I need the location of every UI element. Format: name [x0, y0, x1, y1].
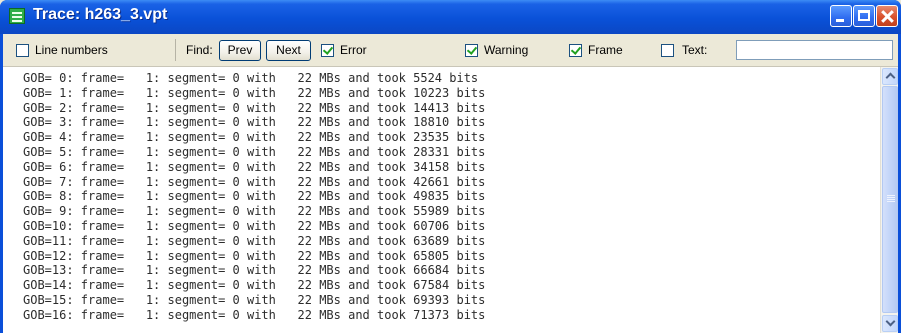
trace-line: GOB= 2: frame= 1: segment= 0 with 22 MBs…: [23, 100, 486, 115]
maximize-button[interactable]: [853, 5, 875, 27]
text-label[interactable]: Text:: [682, 41, 707, 59]
close-button[interactable]: [876, 5, 898, 27]
trace-window: Trace: h263_3.vpt Line numbers Find: Pre…: [0, 0, 901, 333]
trace-line: GOB=13: frame= 1: segment= 0 with 22 MBs…: [23, 263, 486, 278]
trace-line: GOB=11: frame= 1: segment= 0 with 22 MBs…: [23, 233, 486, 248]
trace-line: GOB= 8: frame= 1: segment= 0 with 22 MBs…: [23, 189, 486, 204]
window-title: Trace: h263_3.vpt: [33, 6, 168, 23]
trace-line: GOB= 5: frame= 1: segment= 0 with 22 MBs…: [23, 144, 486, 159]
error-checkbox[interactable]: [321, 44, 334, 57]
vertical-scrollbar[interactable]: [880, 67, 898, 333]
frame-label[interactable]: Frame: [588, 41, 623, 59]
text-filter-input[interactable]: [736, 40, 893, 60]
trace-line: GOB=14: frame= 1: segment= 0 with 22 MBs…: [23, 278, 486, 293]
scroll-down-icon[interactable]: [882, 315, 898, 332]
scroll-up-icon[interactable]: [882, 68, 898, 85]
minimize-button[interactable]: [830, 5, 852, 27]
next-button[interactable]: Next: [266, 40, 311, 61]
trace-line: GOB= 3: frame= 1: segment= 0 with 22 MBs…: [23, 115, 486, 130]
trace-line: GOB= 6: frame= 1: segment= 0 with 22 MBs…: [23, 159, 486, 174]
warning-label[interactable]: Warning: [484, 41, 528, 59]
toolbar-separator: [175, 39, 176, 61]
trace-line: GOB=12: frame= 1: segment= 0 with 22 MBs…: [23, 248, 486, 263]
trace-line: GOB=15: frame= 1: segment= 0 with 22 MBs…: [23, 292, 486, 307]
trace-app-icon[interactable]: [9, 8, 25, 24]
trace-line: GOB= 4: frame= 1: segment= 0 with 22 MBs…: [23, 130, 486, 145]
trace-line: GOB= 9: frame= 1: segment= 0 with 22 MBs…: [23, 204, 486, 219]
trace-line: GOB= 7: frame= 1: segment= 0 with 22 MBs…: [23, 174, 486, 189]
title-bar[interactable]: Trace: h263_3.vpt: [0, 0, 901, 34]
trace-line: GOB= 0: frame= 1: segment= 0 with 22 MBs…: [23, 71, 479, 85]
error-label[interactable]: Error: [340, 41, 367, 59]
warning-checkbox[interactable]: [465, 44, 478, 57]
frame-checkbox[interactable]: [569, 44, 582, 57]
line-numbers-checkbox[interactable]: [16, 44, 29, 57]
line-numbers-label[interactable]: Line numbers: [35, 41, 108, 59]
trace-line: GOB=16: frame= 1: segment= 0 with 22 MBs…: [23, 307, 486, 322]
text-checkbox[interactable]: [661, 44, 674, 57]
toolbar: Line numbers Find: Prev Next Error Warni…: [3, 34, 898, 67]
trace-line: GOB= 1: frame= 1: segment= 0 with 22 MBs…: [23, 85, 486, 100]
trace-output[interactable]: GOB= 0: frame= 1: segment= 0 with 22 MBs…: [3, 67, 898, 333]
find-label: Find:: [186, 43, 213, 57]
prev-button[interactable]: Prev: [219, 40, 261, 61]
trace-line: GOB=10: frame= 1: segment= 0 with 22 MBs…: [23, 218, 486, 233]
trace-text: GOB= 0: frame= 1: segment= 0 with 22 MBs…: [23, 71, 873, 323]
scroll-grip-icon: [887, 195, 895, 196]
scroll-thumb[interactable]: [882, 86, 898, 313]
